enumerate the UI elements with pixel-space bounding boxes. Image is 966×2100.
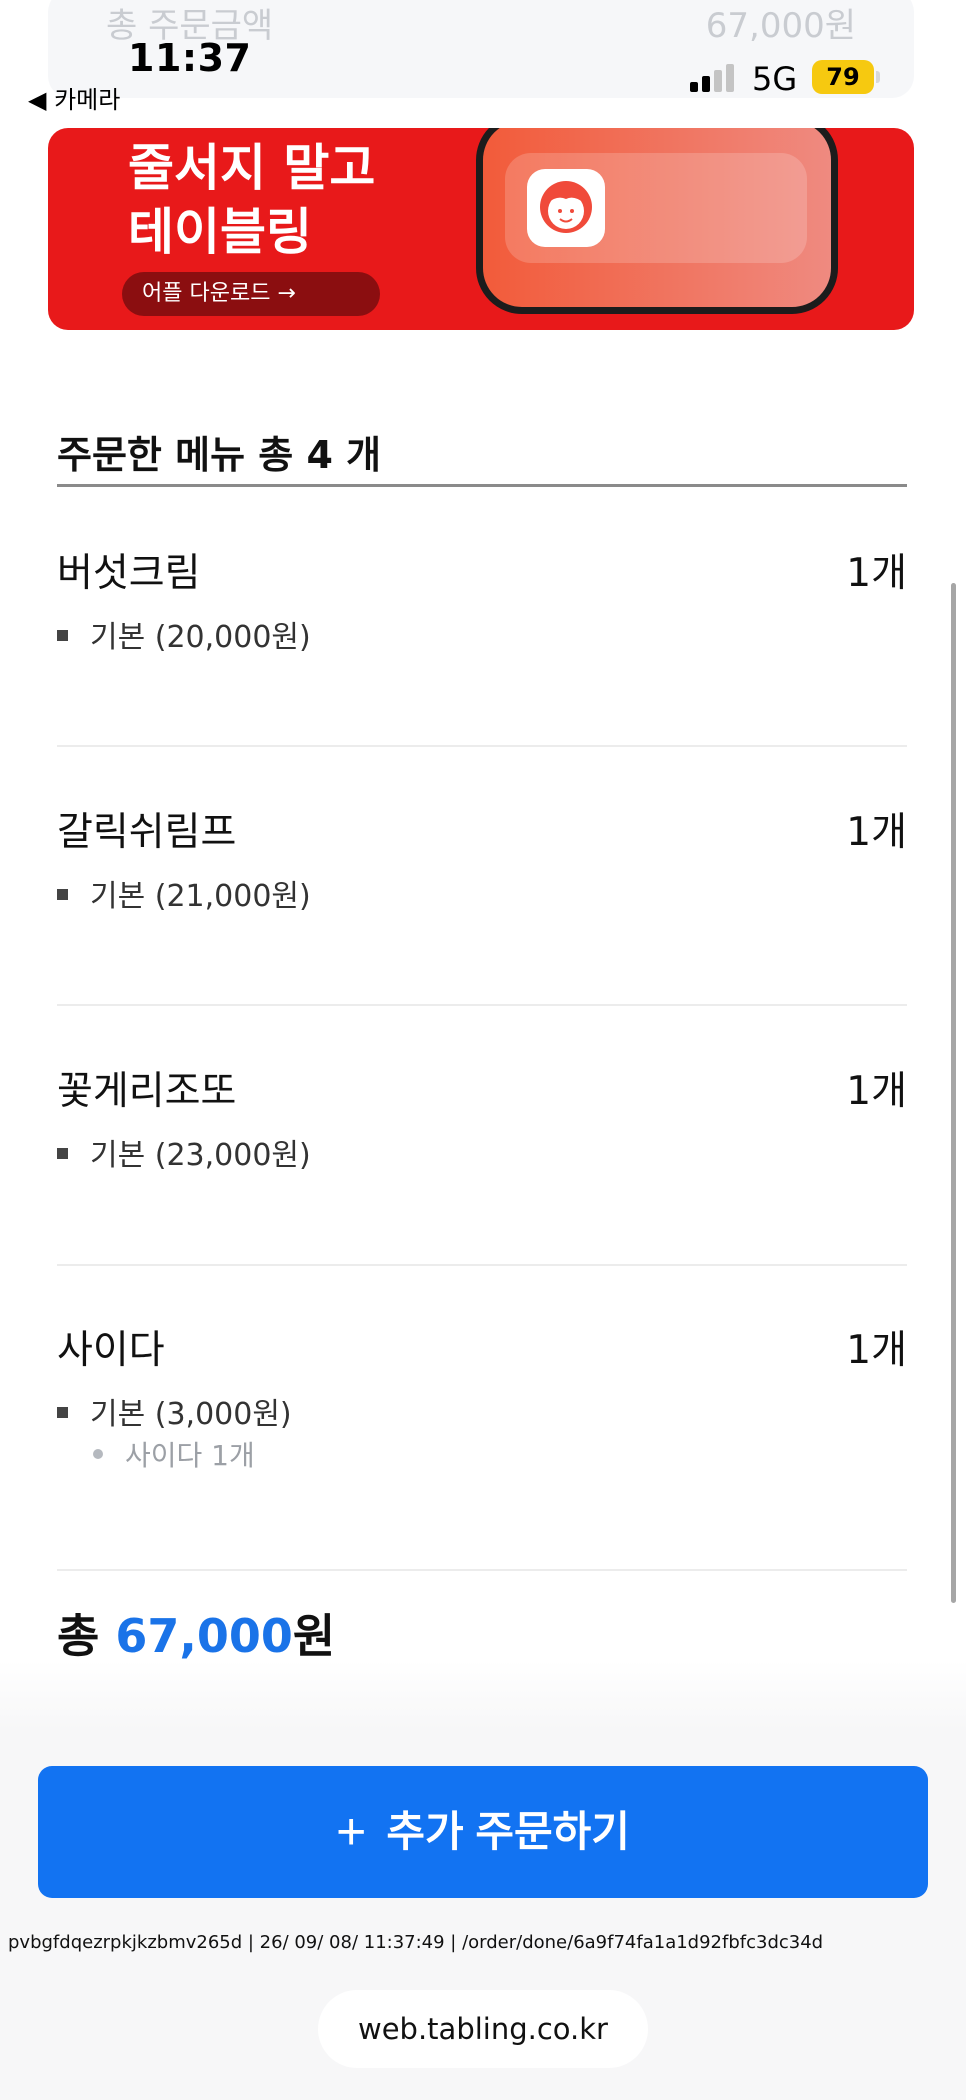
browser-url-bar[interactable]: web.tabling.co.kr [318, 1990, 648, 2068]
dot-bullet-icon [93, 1449, 103, 1459]
item-option-text: 기본 (20,000원) [90, 620, 311, 655]
item-name: 갈릭쉬림프 [57, 810, 237, 855]
order-total: 총 67,000원 [57, 1600, 335, 1666]
summary-amount: 67,000원 [705, 6, 856, 46]
item-divider [57, 1569, 907, 1571]
item-option-text: 기본 (3,000원) [90, 1397, 292, 1432]
item-quantity: 1개 [846, 810, 907, 855]
item-option: 기본 (20,000원) [57, 612, 311, 656]
square-bullet-icon [57, 1148, 68, 1159]
square-bullet-icon [57, 1407, 68, 1418]
item-name: 꽃게리조또 [57, 1069, 237, 1114]
total-suffix: 원 [292, 1609, 336, 1663]
tabling-app-icon [527, 169, 605, 247]
add-order-button[interactable]: + 추가 주문하기 [38, 1766, 928, 1898]
banner-title: 줄서지 말고 테이블링 [128, 139, 376, 261]
status-time: 11:37 [128, 36, 252, 80]
item-sub-option: 사이다 1개 [93, 1434, 255, 1474]
order-count-heading: 주문한 메뉴 총 4 개 [57, 433, 382, 477]
heading-divider [57, 484, 907, 487]
item-quantity: 1개 [846, 551, 907, 596]
item-name: 버섯크림 [57, 551, 201, 596]
debug-info-line: pvbgfdqezrpkjkzbmv265d | 26/ 09/ 08/ 11:… [8, 1932, 824, 1953]
item-option: 기본 (23,000원) [57, 1130, 311, 1174]
app-promo-banner[interactable]: 줄서지 말고 테이블링 어플 다운로드 → [48, 128, 914, 330]
item-sub-option-text: 사이다 1개 [125, 1439, 255, 1472]
item-option-text: 기본 (21,000원) [90, 879, 311, 914]
phone-illustration [476, 128, 838, 314]
mascot-face-icon [540, 181, 592, 233]
plus-icon: + [336, 1803, 367, 1861]
item-option: 기본 (21,000원) [57, 871, 311, 915]
item-option-text: 기본 (23,000원) [90, 1138, 311, 1173]
battery-icon: 79 [812, 60, 874, 94]
network-type: 5G [752, 60, 798, 98]
bottom-fade [0, 1660, 966, 1730]
item-divider [57, 1264, 907, 1266]
square-bullet-icon [57, 630, 68, 641]
app-download-button[interactable]: 어플 다운로드 → [122, 272, 380, 316]
total-prefix: 총 [57, 1609, 100, 1663]
item-quantity: 1개 [846, 1069, 907, 1114]
total-amount: 67,000 [115, 1609, 293, 1663]
item-option: 기본 (3,000원) [57, 1389, 292, 1433]
item-name: 사이다 [57, 1328, 165, 1373]
add-order-label: 추가 주문하기 [386, 1808, 630, 1855]
item-quantity: 1개 [846, 1328, 907, 1373]
square-bullet-icon [57, 889, 68, 900]
item-divider [57, 745, 907, 747]
signal-icon [690, 64, 734, 92]
battery-tip [876, 71, 880, 83]
item-divider [57, 1004, 907, 1006]
vertical-scrollbar[interactable] [951, 583, 956, 1603]
back-to-camera-link[interactable]: ◀ 카메라 [28, 80, 120, 115]
